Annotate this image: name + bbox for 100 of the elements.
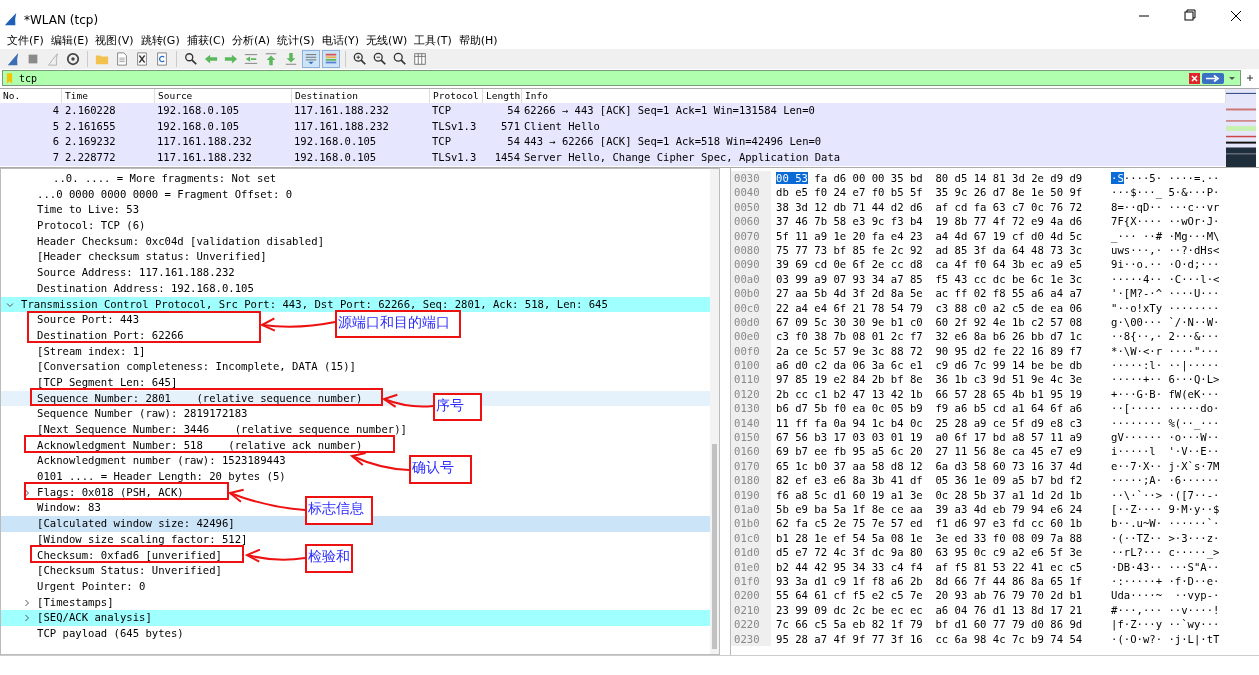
ascii-text: ·····+·· 6···Q·L> — [1111, 373, 1220, 386]
byte-offset: 0090 — [731, 257, 771, 272]
tree-item[interactable]: [Next Sequence Number: 3446 (relative sequence number)] — [37, 423, 407, 435]
clear-icon[interactable] — [1189, 72, 1200, 84]
ascii-text: [··Z···· 9·M·y··$ — [1111, 503, 1220, 515]
table-cell-text: TCP — [431, 134, 452, 150]
tree-item[interactable]: Acknowledgment Number: 518 (relative ack number) — [37, 438, 363, 451]
menu-item[interactable]: 捕获(C) — [185, 32, 231, 49]
byte-offset: 0150 — [731, 430, 771, 445]
reload-icon[interactable] — [154, 51, 170, 67]
window-title: *WLAN (tcp) — [24, 13, 99, 27]
hex-bytes: b2 44 42 95 34 33 c4 f4 af f5 81 53 22 41 ec c5 — [776, 560, 1083, 573]
table-cell-text: 2.169232 — [64, 134, 117, 150]
close-file-icon[interactable] — [134, 51, 150, 67]
zoom-in-icon[interactable] — [352, 51, 368, 67]
tree-item[interactable]: [Timestamps] — [37, 595, 114, 608]
tree-item[interactable]: 0101 .... = Header Length: 20 bytes (5) — [37, 470, 286, 483]
hex-bytes: a6 d0 c2 da 06 3a 6c e1 c9 d6 7c 99 14 be be db — [776, 359, 1083, 372]
scrollbar-thumb[interactable] — [712, 444, 717, 649]
tree-item[interactable]: Sequence Number (raw): 2819172183 — [37, 407, 248, 420]
byte-offset: 0180 — [731, 473, 771, 488]
expand-chevron-icon[interactable] — [23, 598, 31, 607]
menu-item[interactable]: 电话(Y) — [320, 32, 365, 49]
menu-item[interactable]: 文件(F) — [6, 32, 50, 49]
up-arrow-icon[interactable] — [263, 51, 279, 67]
ascii-text: ·····:l· ··|····· — [1111, 359, 1220, 372]
collapse-chevron-icon[interactable] — [6, 300, 14, 309]
byte-offset: 00e0 — [731, 329, 771, 344]
byte-offset: 00b0 — [731, 286, 771, 301]
tree-item[interactable]: Urgent Pointer: 0 — [37, 579, 146, 592]
tree-item[interactable]: Checksum: 0xfad6 [unverified] — [37, 548, 222, 561]
ascii-text: ·(·O·w?· ·j·L|·tT — [1111, 632, 1220, 645]
tree-item[interactable]: Source Port: 443 — [37, 313, 140, 326]
tree-item[interactable]: [TCP Segment Len: 645] — [37, 375, 178, 388]
tree-item[interactable]: Window: 83 — [37, 501, 101, 514]
ascii-text: 9i··o.·· ·O·d;··· — [1111, 258, 1220, 271]
tree-item[interactable]: TCP payload (645 bytes) — [37, 626, 184, 639]
zoom-reset-icon[interactable] — [392, 51, 408, 67]
autoscroll-icon[interactable] — [303, 51, 319, 67]
tree-item[interactable]: Flags: 0x018 (PSH, ACK) — [37, 485, 184, 498]
menu-item[interactable]: 统计(S) — [276, 32, 321, 49]
table-cell-text: 62266 → 443 [ACK] Seq=1 Ack=1 Win=131584 Len=0 — [523, 103, 816, 118]
menu-item[interactable]: 分析(A) — [230, 32, 277, 49]
tree-item[interactable]: Destination Port: 62266 — [37, 328, 184, 341]
tree-item[interactable]: [SEQ/ACK analysis] — [37, 611, 152, 624]
tree-item[interactable]: [Window size scaling factor: 512] — [37, 532, 248, 545]
arrow — [349, 452, 410, 471]
tree-item[interactable]: [Conversation completeness: Incomplete, DATA (15)] — [37, 360, 356, 373]
dropdown-caret-icon[interactable] — [1228, 74, 1236, 82]
tree-item[interactable]: Header Checksum: 0xc04d [validation disabled] — [37, 234, 324, 247]
annotation-label: 确认号 — [409, 455, 472, 484]
settings-icon[interactable] — [65, 51, 81, 67]
tree-item[interactable]: ..0. .... = More fragments: Not set — [53, 172, 277, 184]
add-filter-icon[interactable] — [1246, 74, 1254, 82]
ascii-text: ····5· ····=.·· — [1123, 172, 1220, 184]
tree-item[interactable]: [Checksum Status: Unverified] — [37, 564, 222, 577]
tree-item[interactable]: [Stream index: 1] — [37, 344, 146, 357]
ascii-text: ·····4·· ·C···l·< — [1111, 272, 1220, 285]
ascii-text: b··.u~W· ······`· — [1111, 517, 1220, 530]
search-icon[interactable] — [183, 51, 199, 67]
byte-offset: 0220 — [731, 617, 771, 632]
menu-item[interactable]: 视图(V) — [94, 32, 140, 49]
tree-item[interactable]: Acknowledgment number (raw): 1523189443 — [37, 454, 286, 467]
expand-chevron-icon[interactable] — [23, 488, 31, 497]
ascii-text: ·:·····+ ·f·D··e· — [1111, 574, 1220, 587]
menu-item[interactable]: 无线(W) — [364, 32, 414, 49]
restart-icon[interactable] — [45, 51, 61, 67]
packet-minimap[interactable] — [1226, 89, 1256, 167]
table-cell-text: 4 — [51, 103, 60, 118]
menu-item[interactable]: 工具(T) — [413, 32, 458, 49]
jump-icon[interactable] — [243, 51, 259, 67]
ascii-text: gV······ ·o···W·· — [1111, 431, 1220, 444]
table-cell-text: 6 — [51, 134, 60, 150]
table-cell-text: 2.160228 — [64, 103, 117, 118]
tree-item[interactable]: [Header checksum status: Unverified] — [37, 250, 267, 263]
menu-item[interactable]: 跳转(G) — [139, 32, 186, 49]
hex-bytes: 27 aa 5b 4d 3f 2d 8a 5e ac ff 02 f8 55 a6 a4 a7 — [776, 287, 1083, 300]
down-arrow-icon[interactable] — [283, 51, 299, 67]
tree-item[interactable]: Protocol: TCP (6) — [37, 219, 146, 232]
hex-bytes: 37 46 7b 58 e3 9c f3 b4 19 8b 77 4f 72 e9 4a d6 — [776, 215, 1083, 228]
scrollbar[interactable] — [710, 169, 719, 654]
tree-item[interactable]: Time to Live: 53 — [37, 203, 140, 216]
colorize-icon[interactable] — [323, 51, 339, 67]
ascii-text: *·\W·<·r ····"··· — [1111, 344, 1220, 357]
menu-item[interactable]: 编辑(E) — [49, 32, 95, 49]
annotation-label: 序号 — [433, 393, 482, 421]
resize-columns-icon[interactable] — [412, 51, 428, 67]
hex-bytes: 55 64 61 cf f5 e2 c5 7e 20 93 ab 76 79 70 2d b1 — [776, 589, 1083, 602]
tree-item[interactable]: ...0 0000 0000 0000 = Fragment Offset: 0 — [37, 187, 293, 200]
byte-offset: 0110 — [731, 372, 771, 387]
tree-item[interactable]: Source Address: 117.161.188.232 — [37, 266, 235, 279]
expand-chevron-icon[interactable] — [23, 614, 31, 623]
ascii-text: #···,··· ··v····! — [1111, 603, 1220, 616]
ascii-text: ········ %(··_··· — [1111, 416, 1220, 429]
menu-item[interactable]: 帮助(H) — [457, 32, 504, 49]
zoom-out-icon[interactable] — [372, 51, 388, 67]
tree-item[interactable]: Destination Address: 192.168.0.105 — [37, 281, 254, 294]
ascii-text: g·\00··· `/·N··W· — [1111, 315, 1220, 328]
start-capture-icon[interactable] — [5, 51, 21, 67]
ascii-text: ··[····· ·····do· — [1111, 402, 1220, 415]
